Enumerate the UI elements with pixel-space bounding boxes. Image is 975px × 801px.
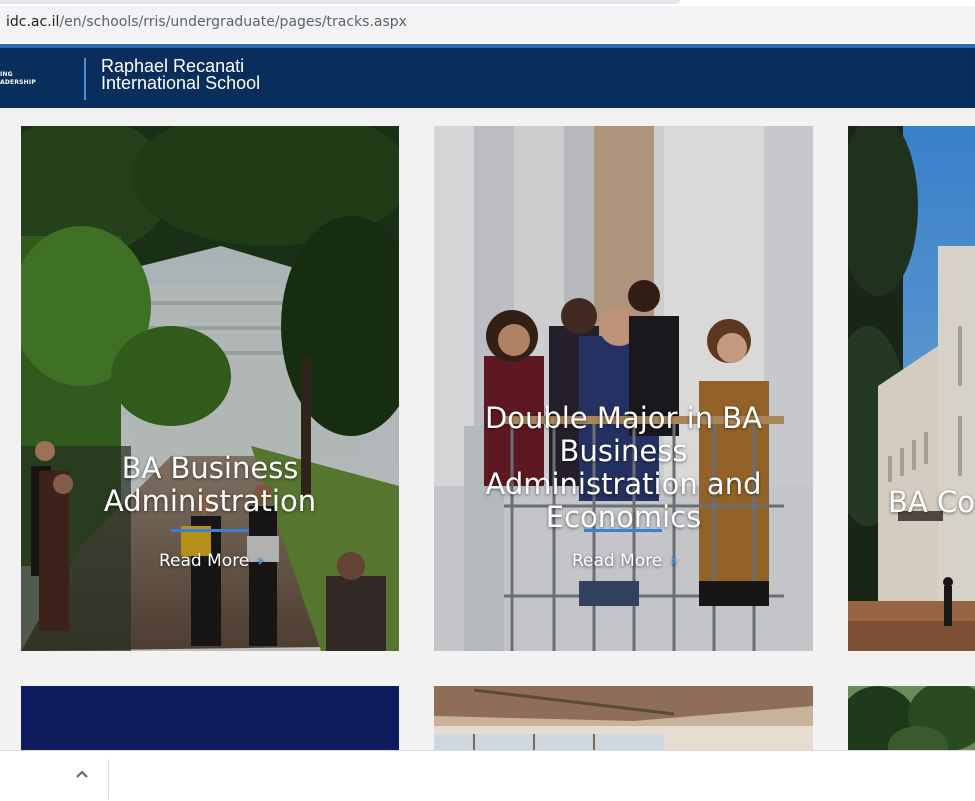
download-bar	[0, 750, 975, 801]
url-text[interactable]: idc.ac.il/en/schools/rris/undergraduate/…	[6, 14, 407, 30]
chevron-right-icon: ›	[257, 551, 265, 571]
read-more-link[interactable]: Read More ›	[572, 551, 677, 571]
logo-text-line1: ING	[0, 71, 13, 78]
card-title-line2: Business	[559, 434, 688, 468]
track-card-ba-business-administration[interactable]: BA Business Administration Read More ›	[21, 126, 399, 651]
card-shade	[434, 126, 813, 651]
logo-divider	[84, 58, 86, 100]
card-title-line1: BA Business	[121, 451, 299, 485]
tracks-grid: BA Business Administration Read More › D…	[0, 108, 975, 750]
school-name[interactable]: Raphael Recanati International School	[101, 57, 261, 93]
card-title[interactable]: BA Business Administration	[21, 452, 399, 518]
caret-up-glyph	[76, 770, 88, 778]
address-bar[interactable]: idc.ac.il/en/schools/rris/undergraduate/…	[0, 6, 975, 42]
title-underline	[171, 529, 249, 532]
site-header: ING ADERSHIP Raphael Recanati Internatio…	[0, 48, 975, 108]
school-name-line2: International School	[101, 73, 261, 93]
card-title-line3: Administration and	[485, 467, 762, 501]
card-title[interactable]: Double Major in BA Business Administrati…	[434, 402, 813, 534]
card-shade	[848, 126, 975, 651]
chevron-right-icon: ›	[670, 551, 678, 571]
card-title-line1: Double Major in BA	[484, 401, 763, 435]
track-card-ba-co[interactable]: BA Co	[848, 126, 975, 651]
logo-text-line2: ADERSHIP	[0, 79, 36, 86]
download-bar-separator	[108, 759, 109, 799]
university-logo[interactable]: ING ADERSHIP	[0, 71, 36, 87]
browser-tab-edge	[0, 0, 680, 4]
card-title[interactable]: BA Co	[888, 486, 975, 519]
trees-photo	[848, 686, 975, 750]
card-title-line1: BA Co	[888, 485, 975, 519]
track-card-row2-right[interactable]	[848, 686, 975, 750]
track-card-double-major[interactable]: Double Major in BA Business Administrati…	[434, 126, 813, 651]
card-title-line2: Administration	[103, 484, 317, 518]
read-more-label: Read More	[572, 551, 663, 571]
card-shade	[21, 126, 399, 651]
interior-photo	[434, 686, 813, 750]
read-more-link[interactable]: Read More ›	[159, 551, 264, 571]
url-path: /en/schools/rris/undergraduate/pages/tra…	[59, 14, 407, 30]
track-card-row2-left[interactable]	[21, 686, 399, 750]
read-more-label: Read More	[159, 551, 250, 571]
url-domain: idc.ac.il	[6, 14, 60, 30]
title-underline	[584, 529, 662, 532]
track-card-row2-middle[interactable]	[434, 686, 813, 750]
caret-up-icon[interactable]	[73, 765, 91, 783]
